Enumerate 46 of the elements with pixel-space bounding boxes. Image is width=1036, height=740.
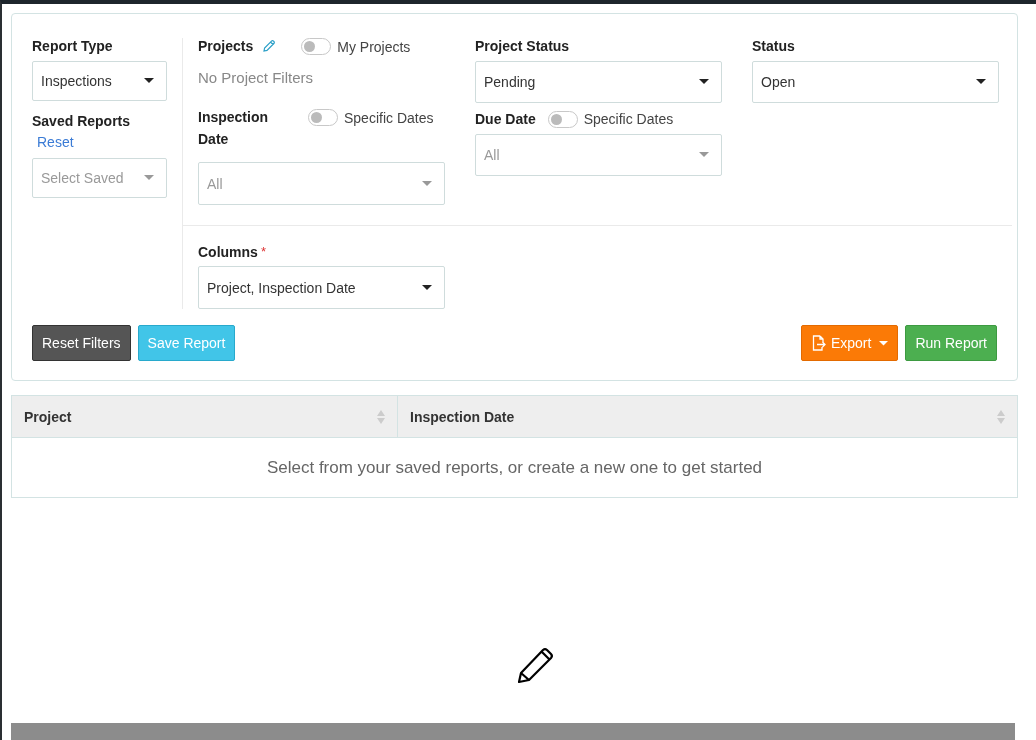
caret-icon bbox=[699, 79, 709, 85]
caret-icon bbox=[699, 152, 709, 158]
dropdown-value: Project, Inspection Date bbox=[207, 279, 356, 296]
field-label: Status bbox=[752, 38, 796, 54]
dropdown-value: Inspections bbox=[41, 73, 112, 89]
empty-filter-text: No Project Filters bbox=[198, 69, 315, 86]
dropdown[interactable]: Project, Inspection Date bbox=[198, 266, 445, 309]
column-header[interactable]: Project bbox=[12, 396, 398, 437]
caret-icon bbox=[879, 340, 889, 346]
caret-icon bbox=[422, 180, 432, 187]
field-label: Columns bbox=[198, 244, 258, 260]
empty-table-message: Select from your saved reports, or create a new one to get started bbox=[265, 457, 764, 479]
dropdown[interactable]: Inspections bbox=[32, 61, 167, 101]
file-export-icon bbox=[810, 335, 826, 351]
toggle-switch[interactable] bbox=[301, 38, 332, 55]
required-mark: * bbox=[260, 244, 266, 259]
toggle-label: Specific Dates bbox=[583, 111, 674, 127]
toggle-switch[interactable] bbox=[547, 110, 578, 128]
toggle-switch[interactable] bbox=[308, 109, 338, 126]
caret-icon bbox=[144, 78, 154, 84]
reset-link[interactable]: Reset bbox=[37, 134, 74, 150]
caret-icon bbox=[144, 175, 154, 181]
toggle-label: Specific Dates bbox=[344, 109, 434, 126]
dropdown-placeholder: All bbox=[207, 175, 223, 192]
sort-icon[interactable] bbox=[377, 408, 385, 425]
field-label: Projects bbox=[198, 38, 254, 54]
column-header[interactable]: Inspection Date bbox=[398, 396, 1017, 437]
caret-icon bbox=[422, 284, 432, 291]
dropdown[interactable]: Open bbox=[752, 61, 999, 103]
column-title: Inspection Date bbox=[410, 408, 515, 425]
dropdown-value: Open bbox=[761, 74, 796, 90]
toggle-label: My Projects bbox=[337, 38, 411, 55]
field-label: Inspection Date bbox=[198, 108, 268, 149]
field-label: Saved Reports bbox=[32, 113, 132, 129]
dropdown-value: Pending bbox=[484, 74, 536, 90]
reset-filters-button[interactable]: Reset Filters bbox=[32, 325, 131, 361]
column-title: Project bbox=[24, 408, 72, 425]
pencil-icon[interactable] bbox=[262, 39, 277, 53]
caret-icon bbox=[976, 79, 986, 85]
field-label: Report Type bbox=[32, 38, 114, 54]
dropdown-placeholder: All bbox=[484, 147, 500, 163]
dropdown-placeholder: Select Saved bbox=[41, 170, 124, 186]
dropdown[interactable]: Pending bbox=[475, 61, 722, 103]
sort-icon[interactable] bbox=[997, 408, 1005, 425]
field-label: Due Date bbox=[475, 111, 536, 127]
field-label: Project Status bbox=[475, 38, 571, 54]
